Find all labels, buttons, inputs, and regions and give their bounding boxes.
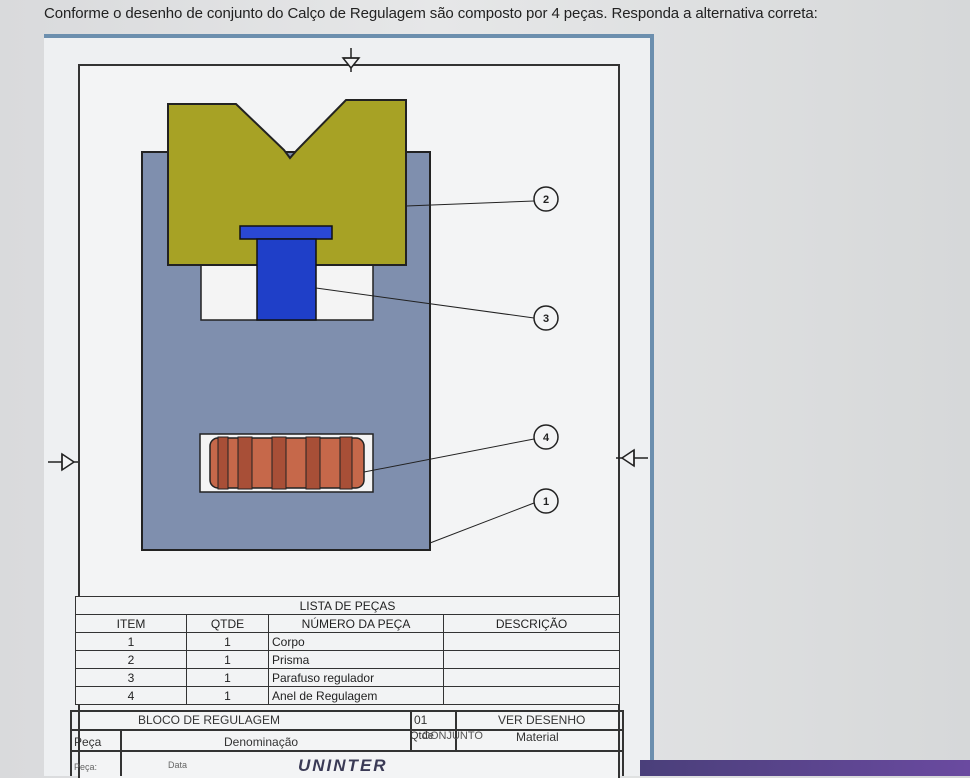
row-part-name: Anel de Regulagem	[268, 686, 444, 705]
label-conjunto: CONJUNTO	[422, 730, 483, 742]
part-screw-head	[239, 225, 333, 240]
section-arrow-right	[616, 448, 648, 468]
callout-1: 1	[533, 488, 559, 514]
row-desc	[443, 668, 620, 687]
parts-list-table: LISTA DE PEÇAS ITEM QTDE NÚMERO DA PEÇA …	[75, 596, 620, 705]
row-item: 2	[75, 650, 187, 669]
drawing-qty: 01	[414, 713, 428, 727]
label-denominacao: Denominação	[224, 735, 299, 749]
drawing-name: BLOCO DE REGULAGEM	[138, 713, 281, 727]
row-qty: 1	[186, 632, 269, 651]
row-desc	[443, 650, 620, 669]
callout-2: 2	[533, 186, 559, 212]
label-material: Material	[516, 730, 559, 744]
callout-3: 3	[533, 305, 559, 331]
row-qty: 1	[186, 650, 269, 669]
header-qty: QTDE	[186, 614, 269, 633]
label-peca-small: Peça:	[74, 762, 98, 772]
row-desc	[443, 686, 620, 705]
row-item: 3	[75, 668, 187, 687]
uninter-logo: UNINTER	[298, 756, 388, 775]
header-part-number: NÚMERO DA PEÇA	[268, 614, 444, 633]
label-data: Data	[168, 760, 188, 770]
row-qty: 1	[186, 668, 269, 687]
header-item: ITEM	[75, 614, 187, 633]
part-adjusting-ring	[209, 436, 365, 490]
svg-text:1: 1	[543, 496, 549, 508]
taskbar-strip	[640, 760, 970, 776]
svg-text:4: 4	[543, 432, 550, 444]
label-peca: Peça	[74, 735, 102, 749]
svg-text:3: 3	[543, 313, 549, 325]
see-drawing: VER DESENHO	[498, 713, 586, 727]
row-part-name: Parafuso regulador	[268, 668, 444, 687]
row-part-name: Prisma	[268, 650, 444, 669]
section-arrow-top	[341, 48, 361, 72]
part-screw-shank	[256, 238, 317, 321]
table-row: 1 1 Corpo	[75, 632, 620, 651]
callout-4: 4	[533, 424, 559, 450]
parts-list-title: LISTA DE PEÇAS	[75, 596, 620, 615]
section-arrow-left	[48, 452, 78, 472]
svg-text:2: 2	[543, 194, 549, 206]
row-qty: 1	[186, 686, 269, 705]
table-row: 4 1 Anel de Regulagem	[75, 686, 620, 705]
header-description: DESCRIÇÃO	[443, 614, 620, 633]
table-row: 2 1 Prisma	[75, 650, 620, 669]
table-row: 3 1 Parafuso regulador	[75, 668, 620, 687]
row-item: 1	[75, 632, 187, 651]
row-item: 4	[75, 686, 187, 705]
row-desc	[443, 632, 620, 651]
row-part-name: Corpo	[268, 632, 444, 651]
